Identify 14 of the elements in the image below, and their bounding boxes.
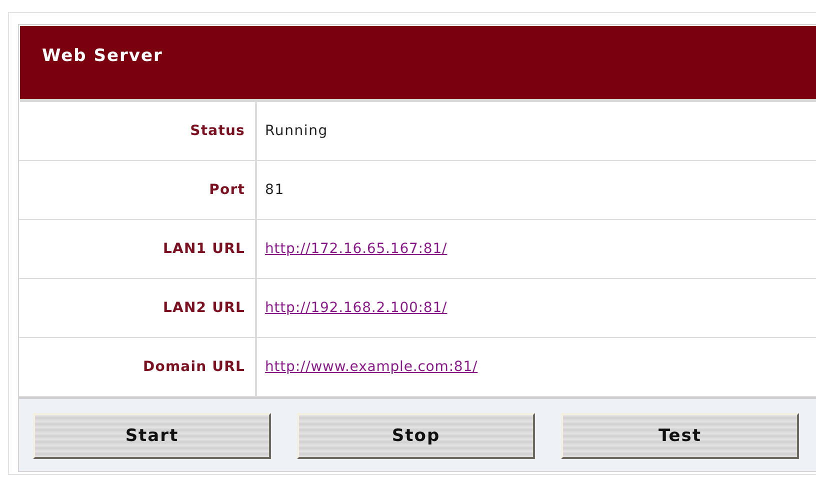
url-link[interactable]: http://www.example.com:81/: [265, 359, 478, 375]
field-label: Domain URL: [143, 359, 245, 375]
action-button[interactable]: Stop: [297, 413, 535, 459]
field-label: LAN1 URL: [163, 241, 245, 257]
panel-title: Web Server: [42, 46, 163, 66]
field-value: 81: [265, 182, 284, 198]
field-value: Running: [265, 123, 328, 139]
url-link[interactable]: http://172.16.65.167:81/: [265, 241, 448, 257]
field-label: Status: [190, 123, 245, 139]
action-button[interactable]: Test: [561, 413, 799, 459]
field-label: Port: [209, 182, 245, 198]
action-button[interactable]: Start: [33, 413, 271, 459]
url-link[interactable]: http://192.168.2.100:81/: [265, 300, 448, 316]
field-label: LAN2 URL: [163, 300, 245, 316]
